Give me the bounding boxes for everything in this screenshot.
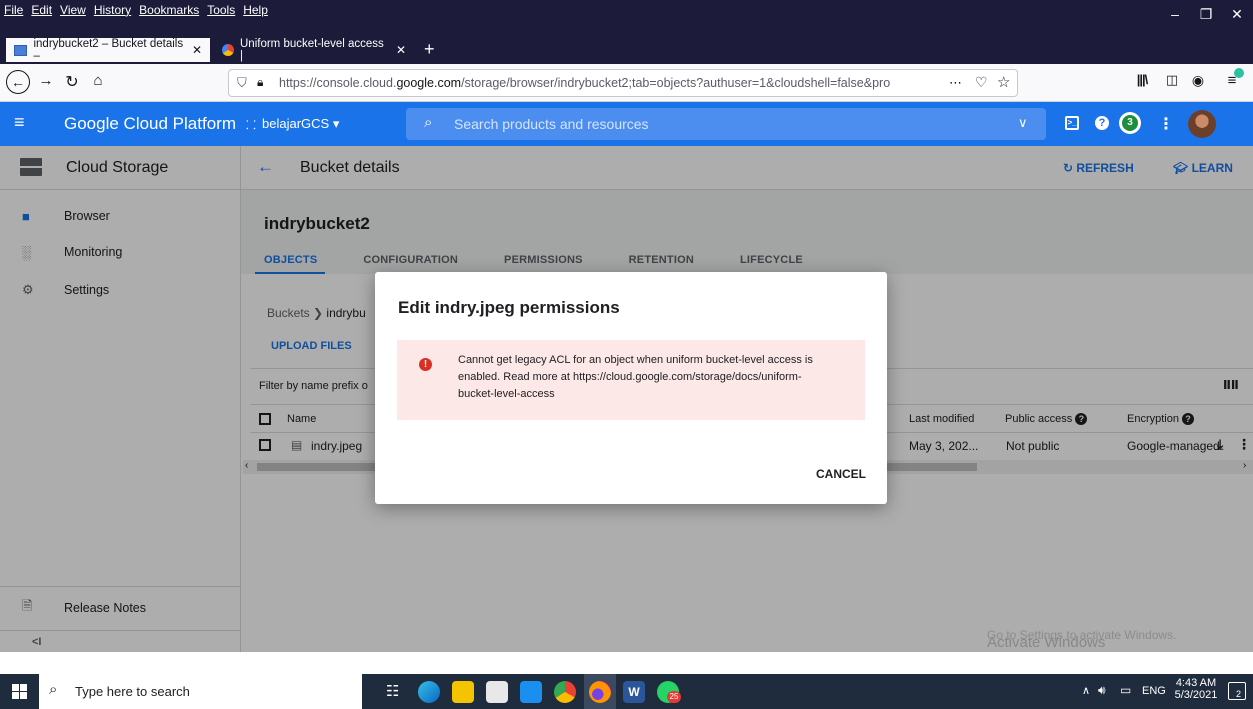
sidebar-icon[interactable]: ◫: [1160, 72, 1184, 88]
close-window-icon[interactable]: ✕: [1222, 6, 1252, 23]
language-indicator[interactable]: ENG: [1142, 685, 1166, 697]
menu-edit[interactable]: Edit: [31, 3, 52, 17]
search-icon: ⌕: [49, 681, 58, 698]
google-cloud-icon: [222, 44, 234, 56]
avatar[interactable]: [1188, 110, 1216, 138]
store-icon[interactable]: [486, 681, 508, 703]
mail-icon[interactable]: [520, 681, 542, 703]
word-icon[interactable]: W: [623, 681, 645, 703]
bookmark-star-icon[interactable]: ☆: [997, 73, 1010, 91]
browser-tabbar: indrybucket2 – Bucket details – ✕ Unifor…: [0, 36, 1253, 64]
url-bar[interactable]: ⛉ 🔒︎ https://console.cloud.google.com/st…: [228, 69, 1018, 97]
windows-start-icon[interactable]: [12, 684, 27, 699]
hamburger-menu-icon[interactable]: ≡: [14, 112, 25, 133]
error-message-box: ! Cannot get legacy ACL for an object wh…: [397, 340, 865, 420]
dialog-title: Edit indry.jpeg permissions: [398, 298, 620, 317]
edit-permissions-dialog: Edit indry.jpeg permissions ! Cannot get…: [375, 272, 887, 504]
forward-icon[interactable]: →: [34, 72, 58, 89]
chrome-icon[interactable]: [554, 681, 576, 703]
cancel-button[interactable]: CANCEL: [816, 467, 866, 481]
url-text: https://console.cloud.google.com/storage…: [279, 76, 891, 90]
error-text: Cannot get legacy ACL for an object when…: [458, 354, 813, 400]
firefox-icon[interactable]: [589, 681, 611, 703]
shield-icon[interactable]: ⛉: [237, 75, 247, 91]
error-icon: !: [419, 358, 432, 371]
menu-view[interactable]: View: [60, 3, 86, 17]
edge-icon[interactable]: [418, 681, 440, 703]
taskbar-search[interactable]: ⌕ Type here to search: [39, 674, 362, 709]
search-bar[interactable]: ⌕ Search products and resources ∨: [406, 108, 1046, 140]
library-icon[interactable]: |||\: [1130, 72, 1154, 87]
taskbar-search-input[interactable]: Type here to search: [75, 684, 190, 699]
menu-tools[interactable]: Tools: [207, 3, 235, 17]
project-icon: ⸬: [246, 118, 256, 132]
search-input[interactable]: Search products and resources: [454, 116, 649, 132]
cloud-storage-icon: [14, 44, 28, 56]
browser-menubar: File Edit View History Bookmarks Tools H…: [0, 0, 1253, 36]
file-explorer-icon[interactable]: [452, 681, 474, 703]
menu-file[interactable]: File: [4, 3, 23, 17]
product-title[interactable]: Google Cloud Platform: [64, 114, 236, 134]
cloud-shell-icon[interactable]: >_: [1065, 116, 1079, 130]
tab-bucket-details[interactable]: indrybucket2 – Bucket details – ✕: [6, 38, 210, 62]
menu-history[interactable]: History: [94, 3, 131, 17]
pocket-icon[interactable]: ♡: [975, 74, 988, 91]
task-view-icon[interactable]: ☷: [386, 682, 399, 700]
clock[interactable]: 4:43 AM 5/3/2021: [1172, 677, 1220, 701]
clock-date: 5/3/2021: [1174, 689, 1218, 701]
menu-bookmarks[interactable]: Bookmarks: [139, 3, 199, 17]
search-icon: ⌕: [424, 114, 433, 131]
tab-uniform-access[interactable]: Uniform bucket-level access | ✕: [214, 38, 414, 62]
update-badge-icon: [1234, 68, 1244, 78]
tab-title: Uniform bucket-level access |: [240, 38, 384, 62]
project-selector[interactable]: belajarGCS ▾: [262, 116, 339, 132]
menu-help[interactable]: Help: [243, 3, 268, 17]
home-icon[interactable]: ⌂: [86, 72, 110, 89]
account-icon[interactable]: ◉: [1186, 72, 1210, 89]
notifications-icon[interactable]: 3: [1119, 112, 1141, 134]
close-tab-icon[interactable]: ✕: [396, 43, 406, 57]
battery-icon[interactable]: ▭: [1120, 683, 1131, 697]
volume-icon[interactable]: 🔊︎: [1098, 683, 1106, 698]
action-center-icon[interactable]: 2: [1228, 682, 1246, 700]
whatsapp-badge: 25: [667, 691, 681, 703]
page-actions-icon[interactable]: ⋯: [949, 75, 962, 91]
back-icon[interactable]: ←: [6, 70, 30, 94]
browser-navbar: ← → ↻ ⌂ ⛉ 🔒︎ https://console.cloud.googl…: [0, 64, 1253, 102]
tab-title: indrybucket2 – Bucket details –: [33, 38, 184, 62]
tray-chevron-icon[interactable]: ∧: [1082, 684, 1090, 697]
close-tab-icon[interactable]: ✕: [192, 43, 202, 57]
more-vert-icon[interactable]: ⋮: [1158, 114, 1174, 134]
minimize-icon[interactable]: –: [1160, 6, 1190, 22]
restore-icon[interactable]: ❐: [1191, 6, 1221, 23]
lock-icon[interactable]: 🔒︎: [257, 75, 263, 90]
windows-taskbar: ⌕ Type here to search ☷ W 25 ∧ 🔊︎ ▭ ENG …: [0, 674, 1253, 709]
new-tab-icon[interactable]: +: [424, 39, 435, 60]
gcp-header: ≡ Google Cloud Platform ⸬ belajarGCS ▾ ⌕…: [0, 102, 1253, 146]
help-icon[interactable]: ?: [1095, 116, 1109, 130]
notification-count: 3: [1122, 115, 1138, 131]
reload-icon[interactable]: ↻: [60, 72, 84, 92]
clock-time: 4:43 AM: [1175, 677, 1217, 689]
chevron-down-icon[interactable]: ∨: [1018, 115, 1028, 131]
whatsapp-icon[interactable]: 25: [657, 681, 681, 703]
